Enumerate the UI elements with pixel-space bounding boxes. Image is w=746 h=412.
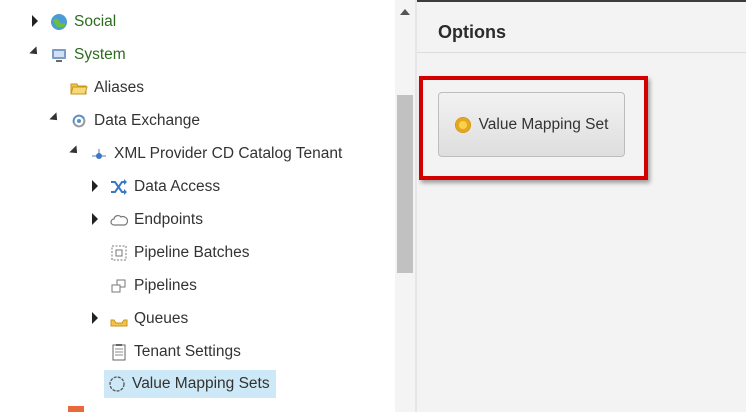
tree-item-label: Social bbox=[74, 13, 117, 30]
tree-item-label: Pipeline Batches bbox=[134, 244, 250, 261]
tree-item-label: XML Provider CD Catalog Tenant bbox=[114, 145, 343, 162]
tree-item-system[interactable]: System bbox=[50, 43, 126, 67]
tree-item-tenant-settings[interactable]: Tenant Settings bbox=[110, 340, 241, 364]
tree-item-pipeline-batches[interactable]: Pipeline Batches bbox=[110, 241, 249, 265]
tree-item-social[interactable]: Social bbox=[50, 10, 116, 34]
shuffle-icon bbox=[110, 178, 128, 196]
cloud-icon bbox=[110, 211, 129, 229]
collapse-arrow-icon[interactable] bbox=[29, 46, 41, 58]
tree-item-label: Queues bbox=[134, 310, 189, 327]
expand-arrow-icon[interactable] bbox=[92, 312, 98, 324]
tree-item-label: Data Exchange bbox=[94, 112, 200, 129]
tray-icon bbox=[110, 310, 128, 328]
value-mapping-set-button[interactable]: Value Mapping Set bbox=[438, 92, 625, 157]
folder-icon bbox=[70, 79, 88, 97]
scroll-up-arrow-icon[interactable] bbox=[400, 9, 410, 15]
data-exchange-icon bbox=[70, 112, 88, 130]
options-panel: Options Value Mapping Set bbox=[417, 0, 746, 412]
scrollbar-thumb[interactable] bbox=[397, 95, 413, 273]
tree-item-xml-provider-tenant[interactable]: XML Provider CD Catalog Tenant bbox=[90, 142, 342, 166]
globe-icon bbox=[50, 13, 68, 31]
collapse-arrow-icon[interactable] bbox=[69, 145, 81, 157]
partial-item-icon bbox=[68, 406, 84, 412]
value-mapping-set-label: Value Mapping Set bbox=[478, 115, 609, 133]
tree-item-label: Value Mapping Sets bbox=[132, 375, 270, 392]
tree-item-label: System bbox=[74, 46, 126, 63]
system-icon bbox=[50, 46, 68, 64]
tree-item-label: Tenant Settings bbox=[134, 343, 241, 360]
tree-item-endpoints[interactable]: Endpoints bbox=[110, 208, 203, 232]
expand-arrow-icon[interactable] bbox=[32, 15, 38, 27]
document-icon bbox=[110, 343, 128, 361]
tree-item-label: Endpoints bbox=[134, 211, 203, 228]
tree-item-data-exchange[interactable]: Data Exchange bbox=[70, 109, 200, 133]
value-mapping-set-icon bbox=[454, 116, 471, 133]
panel-top-border bbox=[417, 0, 746, 2]
tree-item-label: Aliases bbox=[94, 79, 144, 96]
collapse-arrow-icon[interactable] bbox=[49, 112, 61, 124]
tenant-icon bbox=[90, 145, 108, 163]
tree-item-pipelines[interactable]: Pipelines bbox=[110, 274, 197, 298]
tree-item-aliases[interactable]: Aliases bbox=[70, 76, 144, 100]
expand-arrow-icon[interactable] bbox=[92, 180, 98, 192]
ring-icon bbox=[108, 375, 126, 393]
tree-item-data-access[interactable]: Data Access bbox=[110, 175, 220, 199]
expand-arrow-icon[interactable] bbox=[92, 213, 98, 225]
content-tree: Social System Aliases Data Exchange XML … bbox=[0, 0, 395, 412]
tree-item-label: Pipelines bbox=[134, 277, 197, 294]
options-title: Options bbox=[438, 22, 506, 42]
tree-item-value-mapping-sets[interactable]: Value Mapping Sets bbox=[104, 370, 276, 398]
tree-item-label: Data Access bbox=[134, 178, 221, 195]
divider bbox=[417, 52, 746, 53]
tree-scrollbar[interactable] bbox=[395, 0, 415, 412]
tree-item-queues[interactable]: Queues bbox=[110, 307, 188, 331]
batch-icon bbox=[110, 244, 128, 262]
pipelines-icon bbox=[110, 277, 128, 295]
